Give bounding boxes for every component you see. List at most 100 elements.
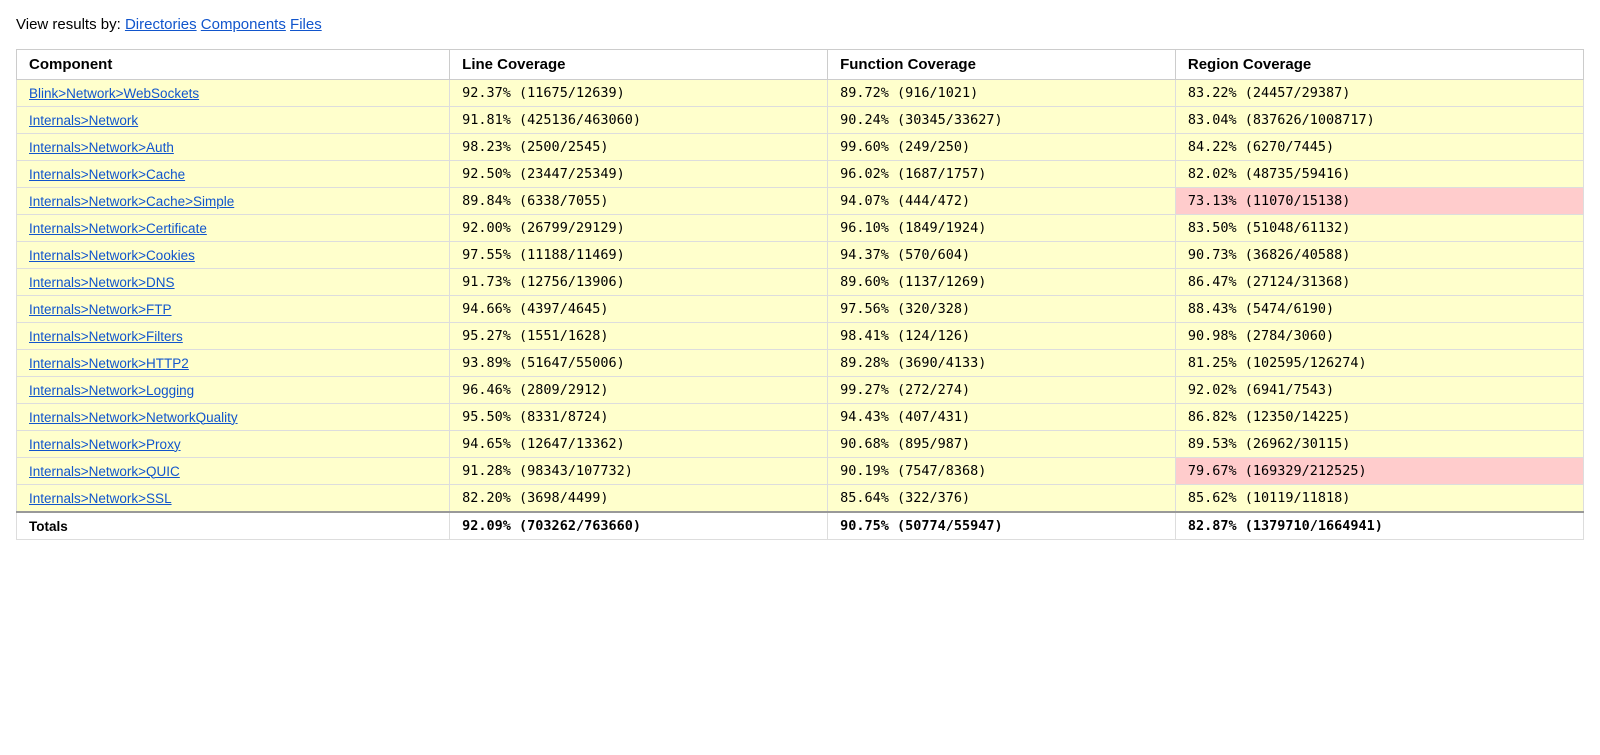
region-coverage-cell: 73.13% (11070/15138) xyxy=(1175,188,1583,215)
line-coverage-cell: 94.66% (4397/4645) xyxy=(450,296,828,323)
component-cell: Internals>Network>QUIC xyxy=(17,458,450,485)
region-coverage-cell: 90.98% (2784/3060) xyxy=(1175,323,1583,350)
table-row: Internals>Network>FTP94.66% (4397/4645)9… xyxy=(17,296,1584,323)
table-row: Internals>Network>Certificate 92.00% (267… xyxy=(17,215,1584,242)
region-coverage-cell: 83.50% (51048/61132) xyxy=(1175,215,1583,242)
view-results-bar: View results by: Directories Components … xyxy=(16,16,1584,33)
component-link[interactable]: Internals>Network>Filters xyxy=(29,329,183,344)
table-header-row: Component Line Coverage Function Coverag… xyxy=(17,50,1584,80)
function-coverage-cell: 90.19% (7547/8368) xyxy=(828,458,1176,485)
table-row: Internals>Network>HTTP2 93.89% (51647/550… xyxy=(17,350,1584,377)
coverage-table: Component Line Coverage Function Coverag… xyxy=(16,49,1584,540)
line-coverage-cell: 97.55% (11188/11469) xyxy=(450,242,828,269)
component-cell: Internals>Network>Cookies xyxy=(17,242,450,269)
component-link[interactable]: Blink>Network>WebSockets xyxy=(29,86,199,101)
component-link[interactable]: Internals>Network>DNS xyxy=(29,275,175,290)
table-row: Internals>Network>Auth 98.23% (2500/2545)… xyxy=(17,134,1584,161)
function-coverage-cell: 99.27% (272/274) xyxy=(828,377,1176,404)
table-row: Internals>Network>Filters 95.27% (1551/16… xyxy=(17,323,1584,350)
component-cell: Internals>Network>Proxy xyxy=(17,431,450,458)
region-coverage-cell: 85.62% (10119/11818) xyxy=(1175,485,1583,513)
col-header-component: Component xyxy=(17,50,450,80)
table-row: Internals>Network>Proxy 94.65% (12647/133… xyxy=(17,431,1584,458)
line-coverage-cell: 92.37% (11675/12639) xyxy=(450,80,828,107)
function-coverage-cell: 94.37% (570/604) xyxy=(828,242,1176,269)
table-row: Internals>Network>Cache>Simple 89.84% (63… xyxy=(17,188,1584,215)
function-coverage-cell: 94.43% (407/431) xyxy=(828,404,1176,431)
component-cell: Internals>Network>SSL xyxy=(17,485,450,513)
component-link[interactable]: Internals>Network>Auth xyxy=(29,140,174,155)
component-link[interactable]: Internals>Network xyxy=(29,113,138,128)
function-coverage-cell: 89.60% (1137/1269) xyxy=(828,269,1176,296)
region-coverage-cell: 92.02% (6941/7543) xyxy=(1175,377,1583,404)
component-link[interactable]: Internals>Network>NetworkQuality xyxy=(29,410,238,425)
component-link[interactable]: Internals>Network>Proxy xyxy=(29,437,181,452)
component-link[interactable]: Internals>Network>Certificate xyxy=(29,221,207,236)
region-coverage-cell: 88.43% (5474/6190) xyxy=(1175,296,1583,323)
region-coverage-cell: 84.22% (6270/7445) xyxy=(1175,134,1583,161)
component-link[interactable]: Internals>Network>Logging xyxy=(29,383,194,398)
line-coverage-cell: 89.84% (6338/7055) xyxy=(450,188,828,215)
component-link[interactable]: Internals>Network>Cache>Simple xyxy=(29,194,234,209)
region-coverage-cell: 86.82% (12350/14225) xyxy=(1175,404,1583,431)
region-coverage-cell: 79.67% (169329/212525) xyxy=(1175,458,1583,485)
component-link[interactable]: Internals>Network>HTTP2 xyxy=(29,356,189,371)
table-row: Internals>Network 91.81% (425136/463060)9… xyxy=(17,107,1584,134)
line-coverage-cell: 91.28% (98343/107732) xyxy=(450,458,828,485)
component-cell: Internals>Network>NetworkQuality xyxy=(17,404,450,431)
view-results-label: View results by: xyxy=(16,16,125,33)
component-link[interactable]: Internals>Network>FTP xyxy=(29,302,172,317)
component-cell: Internals>Network>FTP xyxy=(17,296,450,323)
component-cell: Internals>Network>DNS xyxy=(17,269,450,296)
line-coverage-cell: 95.27% (1551/1628) xyxy=(450,323,828,350)
component-link[interactable]: Internals>Network>Cookies xyxy=(29,248,195,263)
component-cell: Internals>Network>Certificate xyxy=(17,215,450,242)
line-coverage-cell: 91.73% (12756/13906) xyxy=(450,269,828,296)
region-coverage-cell: 83.04% (837626/1008717) xyxy=(1175,107,1583,134)
function-coverage-cell: 90.24% (30345/33627) xyxy=(828,107,1176,134)
region-coverage-cell: 83.22% (24457/29387) xyxy=(1175,80,1583,107)
col-header-line: Line Coverage xyxy=(450,50,828,80)
totals-region: 82.87% (1379710/1664941) xyxy=(1175,512,1583,540)
function-coverage-cell: 96.02% (1687/1757) xyxy=(828,161,1176,188)
link-components[interactable]: Components xyxy=(201,16,286,33)
component-cell: Internals>Network>Filters xyxy=(17,323,450,350)
line-coverage-cell: 96.46% (2809/2912) xyxy=(450,377,828,404)
table-row: Internals>Network>SSL 82.20% (3698/4499) 8… xyxy=(17,485,1584,513)
table-row: Blink>Network>WebSockets 92.37% (11675/12… xyxy=(17,80,1584,107)
function-coverage-cell: 89.72% (916/1021) xyxy=(828,80,1176,107)
component-cell: Internals>Network>Cache xyxy=(17,161,450,188)
component-link[interactable]: Internals>Network>SSL xyxy=(29,491,172,506)
table-row: Internals>Network>QUIC 91.28% (98343/1077… xyxy=(17,458,1584,485)
table-row: Internals>Network>Cache 92.50% (23447/253… xyxy=(17,161,1584,188)
region-coverage-cell: 90.73% (36826/40588) xyxy=(1175,242,1583,269)
line-coverage-cell: 82.20% (3698/4499) xyxy=(450,485,828,513)
col-header-region: Region Coverage xyxy=(1175,50,1583,80)
totals-row: Totals92.09% (703262/763660)90.75% (5077… xyxy=(17,512,1584,540)
line-coverage-cell: 92.50% (23447/25349) xyxy=(450,161,828,188)
function-coverage-cell: 90.68% (895/987) xyxy=(828,431,1176,458)
totals-label: Totals xyxy=(17,512,450,540)
line-coverage-cell: 95.50% (8331/8724) xyxy=(450,404,828,431)
line-coverage-cell: 94.65% (12647/13362) xyxy=(450,431,828,458)
region-coverage-cell: 81.25% (102595/126274) xyxy=(1175,350,1583,377)
link-files[interactable]: Files xyxy=(290,16,322,33)
function-coverage-cell: 89.28% (3690/4133) xyxy=(828,350,1176,377)
component-cell: Internals>Network>HTTP2 xyxy=(17,350,450,377)
line-coverage-cell: 92.00% (26799/29129) xyxy=(450,215,828,242)
component-link[interactable]: Internals>Network>Cache xyxy=(29,167,185,182)
line-coverage-cell: 91.81% (425136/463060) xyxy=(450,107,828,134)
component-cell: Internals>Network>Logging xyxy=(17,377,450,404)
link-directories[interactable]: Directories xyxy=(125,16,197,33)
line-coverage-cell: 98.23% (2500/2545) xyxy=(450,134,828,161)
line-coverage-cell: 93.89% (51647/55006) xyxy=(450,350,828,377)
function-coverage-cell: 96.10% (1849/1924) xyxy=(828,215,1176,242)
table-row: Internals>Network>Cookies 97.55% (11188/1… xyxy=(17,242,1584,269)
function-coverage-cell: 98.41% (124/126) xyxy=(828,323,1176,350)
totals-line: 92.09% (703262/763660) xyxy=(450,512,828,540)
component-cell: Internals>Network>Cache>Simple xyxy=(17,188,450,215)
component-link[interactable]: Internals>Network>QUIC xyxy=(29,464,180,479)
region-coverage-cell: 82.02% (48735/59416) xyxy=(1175,161,1583,188)
component-cell: Internals>Network>Auth xyxy=(17,134,450,161)
totals-function: 90.75% (50774/55947) xyxy=(828,512,1176,540)
